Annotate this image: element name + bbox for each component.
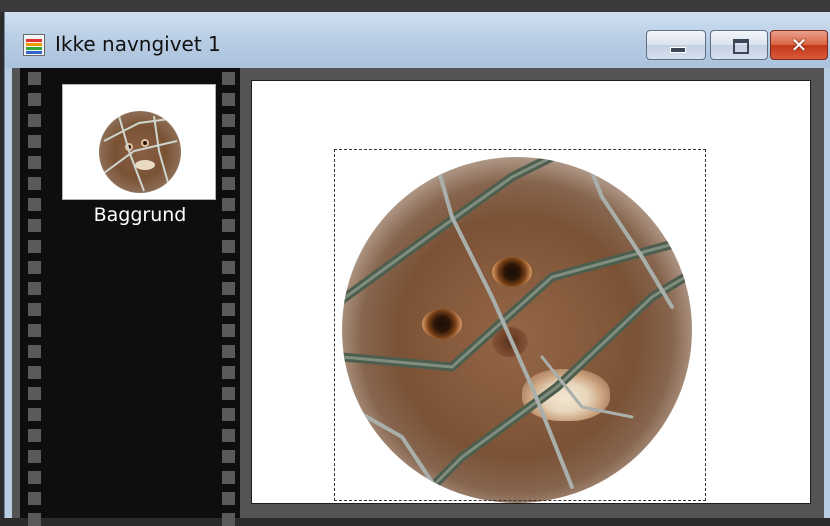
selection-marquee[interactable] bbox=[334, 149, 706, 501]
film-perforation bbox=[28, 72, 41, 85]
film-perforation bbox=[222, 282, 235, 295]
film-perforation bbox=[28, 492, 41, 505]
film-perforation bbox=[28, 471, 41, 484]
film-perforation bbox=[28, 303, 41, 316]
film-perforation bbox=[28, 450, 41, 463]
close-button[interactable]: ✕ bbox=[770, 30, 828, 60]
film-perforation bbox=[222, 156, 235, 169]
film-perforation bbox=[222, 177, 235, 190]
film-perforation bbox=[28, 240, 41, 253]
film-perforation bbox=[28, 219, 41, 232]
film-perforation bbox=[222, 513, 235, 526]
film-perforation bbox=[222, 387, 235, 400]
film-perforation bbox=[222, 492, 235, 505]
film-perforation bbox=[28, 324, 41, 337]
film-perforation bbox=[28, 387, 41, 400]
film-perforation bbox=[28, 114, 41, 127]
document-content: Baggrund bbox=[12, 68, 824, 526]
film-perforation bbox=[222, 450, 235, 463]
title-bar[interactable]: Ikke navngivet 1 ✕ bbox=[5, 12, 830, 68]
film-perforation bbox=[222, 240, 235, 253]
film-perforation bbox=[28, 366, 41, 379]
fence-thumbnail-overlay bbox=[103, 115, 178, 192]
film-perforations-right bbox=[220, 68, 238, 526]
film-document-icon[interactable] bbox=[23, 34, 45, 56]
layer-filmstrip[interactable]: Baggrund bbox=[20, 68, 240, 526]
film-perforation bbox=[222, 72, 235, 85]
image-canvas[interactable] bbox=[251, 80, 811, 504]
minimize-icon bbox=[670, 47, 686, 53]
window-title: Ikke navngivet 1 bbox=[55, 32, 221, 56]
film-perforation bbox=[28, 345, 41, 358]
maximize-icon bbox=[733, 39, 749, 54]
film-perforation bbox=[222, 345, 235, 358]
film-perforations-left bbox=[26, 68, 44, 526]
film-perforation bbox=[28, 261, 41, 274]
film-perforation bbox=[222, 114, 235, 127]
film-perforation bbox=[222, 135, 235, 148]
film-perforation bbox=[28, 156, 41, 169]
film-perforation bbox=[222, 408, 235, 421]
monkey-thumbnail-image bbox=[99, 111, 181, 193]
layer-name-label[interactable]: Baggrund bbox=[50, 204, 230, 226]
film-perforation bbox=[28, 282, 41, 295]
film-perforation bbox=[222, 324, 235, 337]
film-perforation bbox=[28, 93, 41, 106]
film-perforation bbox=[222, 471, 235, 484]
film-perforation bbox=[222, 303, 235, 316]
top-edge-strip bbox=[0, 0, 830, 12]
document-window: Ikke navngivet 1 ✕ Baggrund bbox=[4, 12, 830, 526]
film-perforation bbox=[222, 93, 235, 106]
film-perforation bbox=[222, 366, 235, 379]
film-perforation bbox=[28, 135, 41, 148]
film-perforation bbox=[28, 177, 41, 190]
maximize-button[interactable] bbox=[710, 30, 768, 60]
film-perforation bbox=[28, 198, 41, 211]
film-perforation bbox=[28, 408, 41, 421]
film-perforation bbox=[222, 429, 235, 442]
film-perforation bbox=[28, 513, 41, 526]
film-perforation bbox=[28, 429, 41, 442]
minimize-button[interactable] bbox=[646, 30, 706, 60]
layer-thumbnail[interactable] bbox=[62, 84, 216, 200]
close-icon: ✕ bbox=[790, 33, 808, 57]
film-perforation bbox=[222, 261, 235, 274]
